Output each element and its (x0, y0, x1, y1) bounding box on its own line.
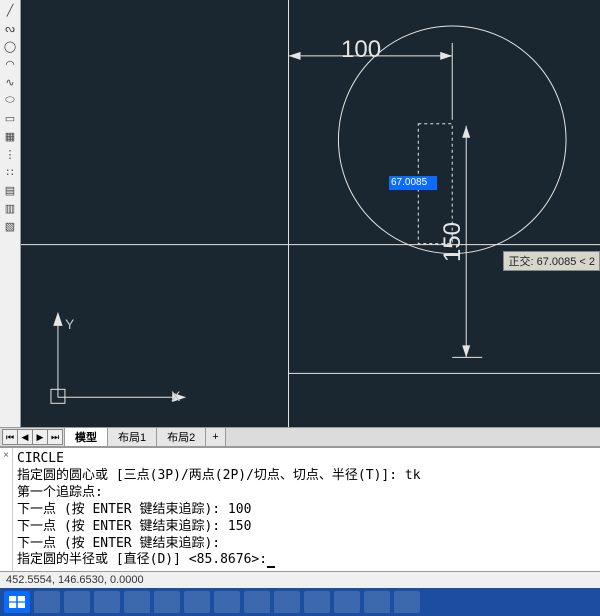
cmd-prompt-text: 指定圆的半径或 [直径(D)] <85.8676>: (17, 552, 267, 567)
tool-point-icon[interactable]: ⋮ (2, 146, 18, 162)
tool-ellipse-icon[interactable]: ⬭ (2, 92, 18, 108)
task-app-8[interactable] (244, 591, 270, 613)
cmd-line2: 第一个追踪点: (17, 484, 596, 501)
tooltip-value: 67.0085 < 2 (537, 256, 595, 268)
command-body[interactable]: CIRCLE 指定圆的圆心或 [三点(3P)/两点(2P)/切点、切点、半径(T… (13, 448, 600, 571)
cmd-line1: 指定圆的圆心或 [三点(3P)/两点(2P)/切点、切点、半径(T)]: tk (17, 467, 596, 484)
task-app-6[interactable] (184, 591, 210, 613)
tooltip-prefix: 正交: (508, 256, 536, 268)
task-app-12[interactable] (364, 591, 390, 613)
tool-hatch-icon[interactable]: ▦ (2, 128, 18, 144)
tool-polyline-icon[interactable]: ᔓ (2, 20, 18, 36)
coord-readout: 452.5554, 146.6530, 0.0000 (6, 574, 144, 586)
tool-arc-icon[interactable]: ◠ (2, 56, 18, 72)
tab-prev-icon[interactable]: ◀ (17, 429, 33, 445)
task-app-7[interactable] (214, 591, 240, 613)
cmd-prompt: 指定圆的半径或 [直径(D)] <85.8676>: (17, 551, 275, 568)
cmd-line3: 下一点 (按 ENTER 键结束追踪): 100 (17, 501, 596, 518)
task-app-1[interactable] (34, 591, 60, 613)
task-app-3[interactable] (94, 591, 120, 613)
drawing-viewport[interactable]: 100 150 67.0085 正交: 67.0085 < 2 Y X (21, 0, 600, 427)
task-app-10[interactable] (304, 591, 330, 613)
tab-add[interactable]: + (206, 428, 225, 446)
cmd-line4: 下一点 (按 ENTER 键结束追踪): 150 (17, 518, 596, 535)
tab-layout2[interactable]: 布局2 (157, 428, 206, 446)
status-bar: 452.5554, 146.6530, 0.0000 (0, 571, 600, 588)
tab-model[interactable]: 模型 (64, 427, 108, 446)
tab-nav: ⏮ ◀ ▶ ⏭ (0, 428, 64, 446)
task-app-2[interactable] (64, 591, 90, 613)
task-app-4[interactable] (124, 591, 150, 613)
tool-line-icon[interactable]: ╱ (2, 2, 18, 18)
tab-last-icon[interactable]: ⏭ (47, 429, 63, 445)
layout-tabbar: ⏮ ◀ ▶ ⏭ 模型 布局1 布局2 + (0, 427, 600, 447)
ucs-x-label: X (171, 388, 180, 404)
command-window: × CIRCLE 指定圆的圆心或 [三点(3P)/两点(2P)/切点、切点、半径… (0, 447, 600, 571)
task-app-11[interactable] (334, 591, 360, 613)
start-button-icon[interactable] (4, 591, 30, 613)
dim-horizontal-value: 100 (341, 36, 381, 64)
tool-circle-icon[interactable]: ◯ (2, 38, 18, 54)
tab-layout1[interactable]: 布局1 (108, 428, 157, 446)
drawing-svg (21, 0, 600, 427)
tool-dim1-icon[interactable]: ▤ (2, 182, 18, 198)
cursor-icon (267, 552, 275, 568)
tool-construction-icon[interactable]: ∷ (2, 164, 18, 180)
command-close-icon[interactable]: × (0, 448, 13, 571)
tool-spline-icon[interactable]: ∿ (2, 74, 18, 90)
dim-vertical-value: 150 (439, 222, 467, 262)
draw-toolbar: ╱ ᔓ ◯ ◠ ∿ ⬭ ▭ ▦ ⋮ ∷ ▤ ▥ ▧ (0, 0, 21, 427)
task-app-13[interactable] (394, 591, 420, 613)
tracking-tooltip: 正交: 67.0085 < 2 (503, 251, 600, 271)
tab-next-icon[interactable]: ▶ (32, 429, 48, 445)
tool-dim2-icon[interactable]: ▥ (2, 200, 18, 216)
cmd-line5: 下一点 (按 ENTER 键结束追踪): (17, 535, 596, 552)
tool-rect-icon[interactable]: ▭ (2, 110, 18, 126)
os-taskbar (0, 588, 600, 616)
task-app-5[interactable] (154, 591, 180, 613)
tab-first-icon[interactable]: ⏮ (2, 429, 18, 445)
task-app-9[interactable] (274, 591, 300, 613)
tool-dim3-icon[interactable]: ▧ (2, 218, 18, 234)
cmd-name: CIRCLE (17, 450, 596, 467)
dynamic-input-field[interactable]: 67.0085 (389, 176, 437, 190)
ucs-y-label: Y (65, 316, 74, 332)
